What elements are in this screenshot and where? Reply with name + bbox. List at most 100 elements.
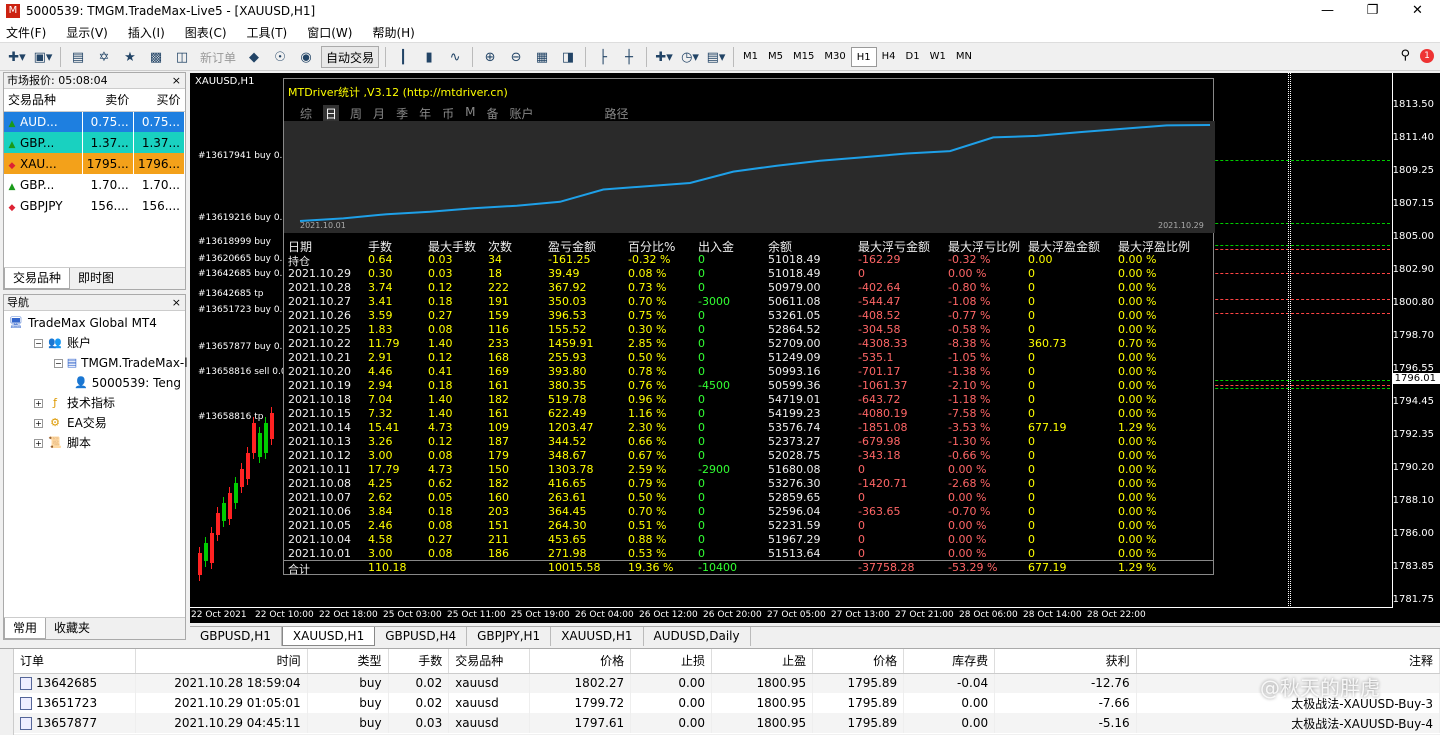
tile-windows-icon[interactable]: ▦ — [531, 46, 553, 68]
mtd-tab[interactable]: 日 — [323, 105, 340, 122]
mtd-tab[interactable]: M — [465, 105, 475, 122]
timeframe-m1[interactable]: M1 — [738, 47, 763, 67]
orders-col-header[interactable]: 库存费 — [903, 649, 996, 674]
chart-tab[interactable]: AUDUSD,Daily — [644, 627, 751, 646]
timeframe-h4[interactable]: H4 — [877, 47, 901, 67]
order-row[interactable]: 13651723 2021.10.29 01:05:01 buy 0.02 xauusd… — [14, 693, 1440, 713]
mtd-tab[interactable]: 备 — [486, 105, 498, 122]
mtd-tab[interactable]: 月 — [373, 105, 385, 122]
mtd-tab[interactable]: 综 — [300, 105, 312, 122]
chart-tab[interactable]: GBPUSD,H1 — [190, 627, 282, 646]
tab-common[interactable]: 常用 — [4, 618, 47, 639]
orders-col-header[interactable]: 获利 — [994, 649, 1137, 674]
orders-col-header[interactable]: 止损 — [630, 649, 713, 674]
close-icon[interactable]: × — [172, 295, 181, 311]
close-button[interactable]: ✕ — [1395, 0, 1440, 22]
timeframe-d1[interactable]: D1 — [901, 47, 925, 67]
chart-tab[interactable]: GBPUSD,H4 — [375, 627, 468, 646]
zoom-out-icon[interactable]: ⊖ — [505, 46, 527, 68]
profiles-icon[interactable]: ▣▾ — [32, 46, 54, 68]
nav-item[interactable]: + ⚙ EA交易 — [8, 413, 181, 433]
expand-toggle-icon[interactable]: − — [34, 338, 43, 348]
col-bid[interactable]: 卖价 — [82, 89, 134, 112]
orders-col-header[interactable]: 时间 — [135, 649, 308, 674]
candlestick-icon[interactable]: ▮ — [418, 46, 440, 68]
market-row[interactable]: ▲ GBP... 1.70... 1.70... — [4, 174, 186, 195]
orders-col-header[interactable]: 类型 — [307, 649, 389, 674]
timeframe-m5[interactable]: M5 — [763, 47, 788, 67]
orders-col-header[interactable]: 价格 — [812, 649, 905, 674]
close-icon[interactable]: × — [172, 73, 181, 89]
data-window-icon[interactable]: ✡ — [93, 46, 115, 68]
nav-item[interactable]: 🖥 TradeMax Global MT4 — [8, 313, 181, 333]
navigator-icon[interactable]: ★ — [119, 46, 141, 68]
timeframe-h1[interactable]: H1 — [850, 47, 877, 67]
timeframe-mn[interactable]: MN — [951, 47, 977, 67]
new-order-button[interactable]: 新订单 — [197, 46, 239, 68]
terminal-icon[interactable]: ▩ — [145, 46, 167, 68]
menu-item[interactable]: 文件(F) — [0, 24, 56, 41]
market-watch-icon[interactable]: ▤ — [67, 46, 89, 68]
expand-toggle-icon[interactable]: + — [34, 438, 43, 448]
mtd-tab[interactable]: 季 — [396, 105, 408, 122]
search-icon[interactable]: ⚲ — [1400, 48, 1410, 63]
menu-item[interactable]: 插入(I) — [118, 24, 175, 41]
metaeditor-icon[interactable]: ◆ — [243, 46, 265, 68]
expand-toggle-icon[interactable]: − — [54, 358, 63, 368]
orders-col-header[interactable]: 订单 — [14, 649, 136, 674]
nav-item[interactable]: − 👥 账户 — [8, 333, 181, 353]
col-symbol[interactable]: 交易品种 — [4, 89, 82, 112]
orders-col-header[interactable]: 手数 — [388, 649, 450, 674]
menu-item[interactable]: 窗口(W) — [297, 24, 362, 41]
nav-item[interactable]: − ▤ TMGM.TradeMax-l — [8, 353, 188, 373]
menu-item[interactable]: 显示(V) — [56, 24, 118, 41]
mtd-tab[interactable]: 年 — [419, 105, 431, 122]
line-chart-icon[interactable]: ∿ — [444, 46, 466, 68]
maximize-button[interactable]: ❐ — [1350, 0, 1395, 22]
menu-item[interactable]: 工具(T) — [237, 24, 298, 41]
zoom-in-icon[interactable]: ⊕ — [479, 46, 501, 68]
orders-col-header[interactable]: 价格 — [529, 649, 632, 674]
market-row[interactable]: ◆ XAU... 1795... 1796... — [4, 153, 186, 174]
periods-icon[interactable]: ◷▾ — [679, 46, 701, 68]
chart-tab[interactable]: XAUUSD,H1 — [551, 627, 644, 646]
market-row[interactable]: ◆ GBPJPY 156.... 156.... — [4, 195, 186, 216]
menu-item[interactable]: 帮助(H) — [362, 24, 424, 41]
new-chart-icon[interactable]: ✚▾ — [6, 46, 28, 68]
mtd-tab[interactable]: 周 — [350, 105, 362, 122]
tab-tick-chart[interactable]: 即时图 — [70, 268, 122, 289]
timeframe-w1[interactable]: W1 — [925, 47, 951, 67]
auto-trading-button[interactable]: 自动交易 — [321, 46, 380, 68]
autoscroll-icon[interactable]: ◨ — [557, 46, 579, 68]
templates-icon[interactable]: ▤▾ — [705, 46, 727, 68]
signals-icon[interactable]: ☉ — [269, 46, 291, 68]
expand-toggle-icon[interactable]: + — [34, 418, 43, 428]
chart-tab[interactable]: XAUUSD,H1 — [281, 627, 376, 646]
timeframe-m15[interactable]: M15 — [788, 47, 819, 67]
nav-item[interactable]: + ƒ 技术指标 — [8, 393, 181, 413]
crosshair-icon[interactable]: ┼ — [618, 46, 640, 68]
tab-favorites[interactable]: 收藏夹 — [46, 618, 98, 639]
notification-badge[interactable]: 1 — [1420, 48, 1434, 63]
chart-shift-icon[interactable]: ├ — [592, 46, 614, 68]
orders-col-header[interactable]: 止盈 — [711, 649, 814, 674]
options-icon[interactable]: ◉ — [295, 46, 317, 68]
orders-col-header[interactable]: 交易品种 — [448, 649, 531, 674]
tab-symbols[interactable]: 交易品种 — [4, 268, 71, 289]
nav-item[interactable]: + 📜 脚本 — [8, 433, 181, 453]
bar-chart-icon[interactable]: ┃ — [392, 46, 414, 68]
order-row[interactable]: 13642685 2021.10.28 18:59:04 buy 0.02 xauusd… — [14, 673, 1440, 693]
mtd-tab[interactable]: 账户 — [509, 105, 533, 122]
col-ask[interactable]: 买价 — [133, 89, 185, 112]
menu-item[interactable]: 图表(C) — [175, 24, 237, 41]
mtd-tab[interactable]: 币 — [442, 105, 454, 122]
expand-toggle-icon[interactable]: + — [34, 398, 43, 408]
minimize-button[interactable]: — — [1305, 0, 1350, 22]
mtd-tab[interactable]: 路径 — [605, 105, 629, 122]
timeframe-m30[interactable]: M30 — [819, 47, 850, 67]
tester-icon[interactable]: ◫ — [171, 46, 193, 68]
order-row[interactable]: 13657877 2021.10.29 04:45:11 buy 0.03 xauusd… — [14, 713, 1440, 733]
chart-tab[interactable]: GBPJPY,H1 — [467, 627, 552, 646]
indicators-icon[interactable]: ✚▾ — [653, 46, 675, 68]
market-row[interactable]: ▲ AUD... 0.75... 0.75... — [4, 111, 186, 132]
